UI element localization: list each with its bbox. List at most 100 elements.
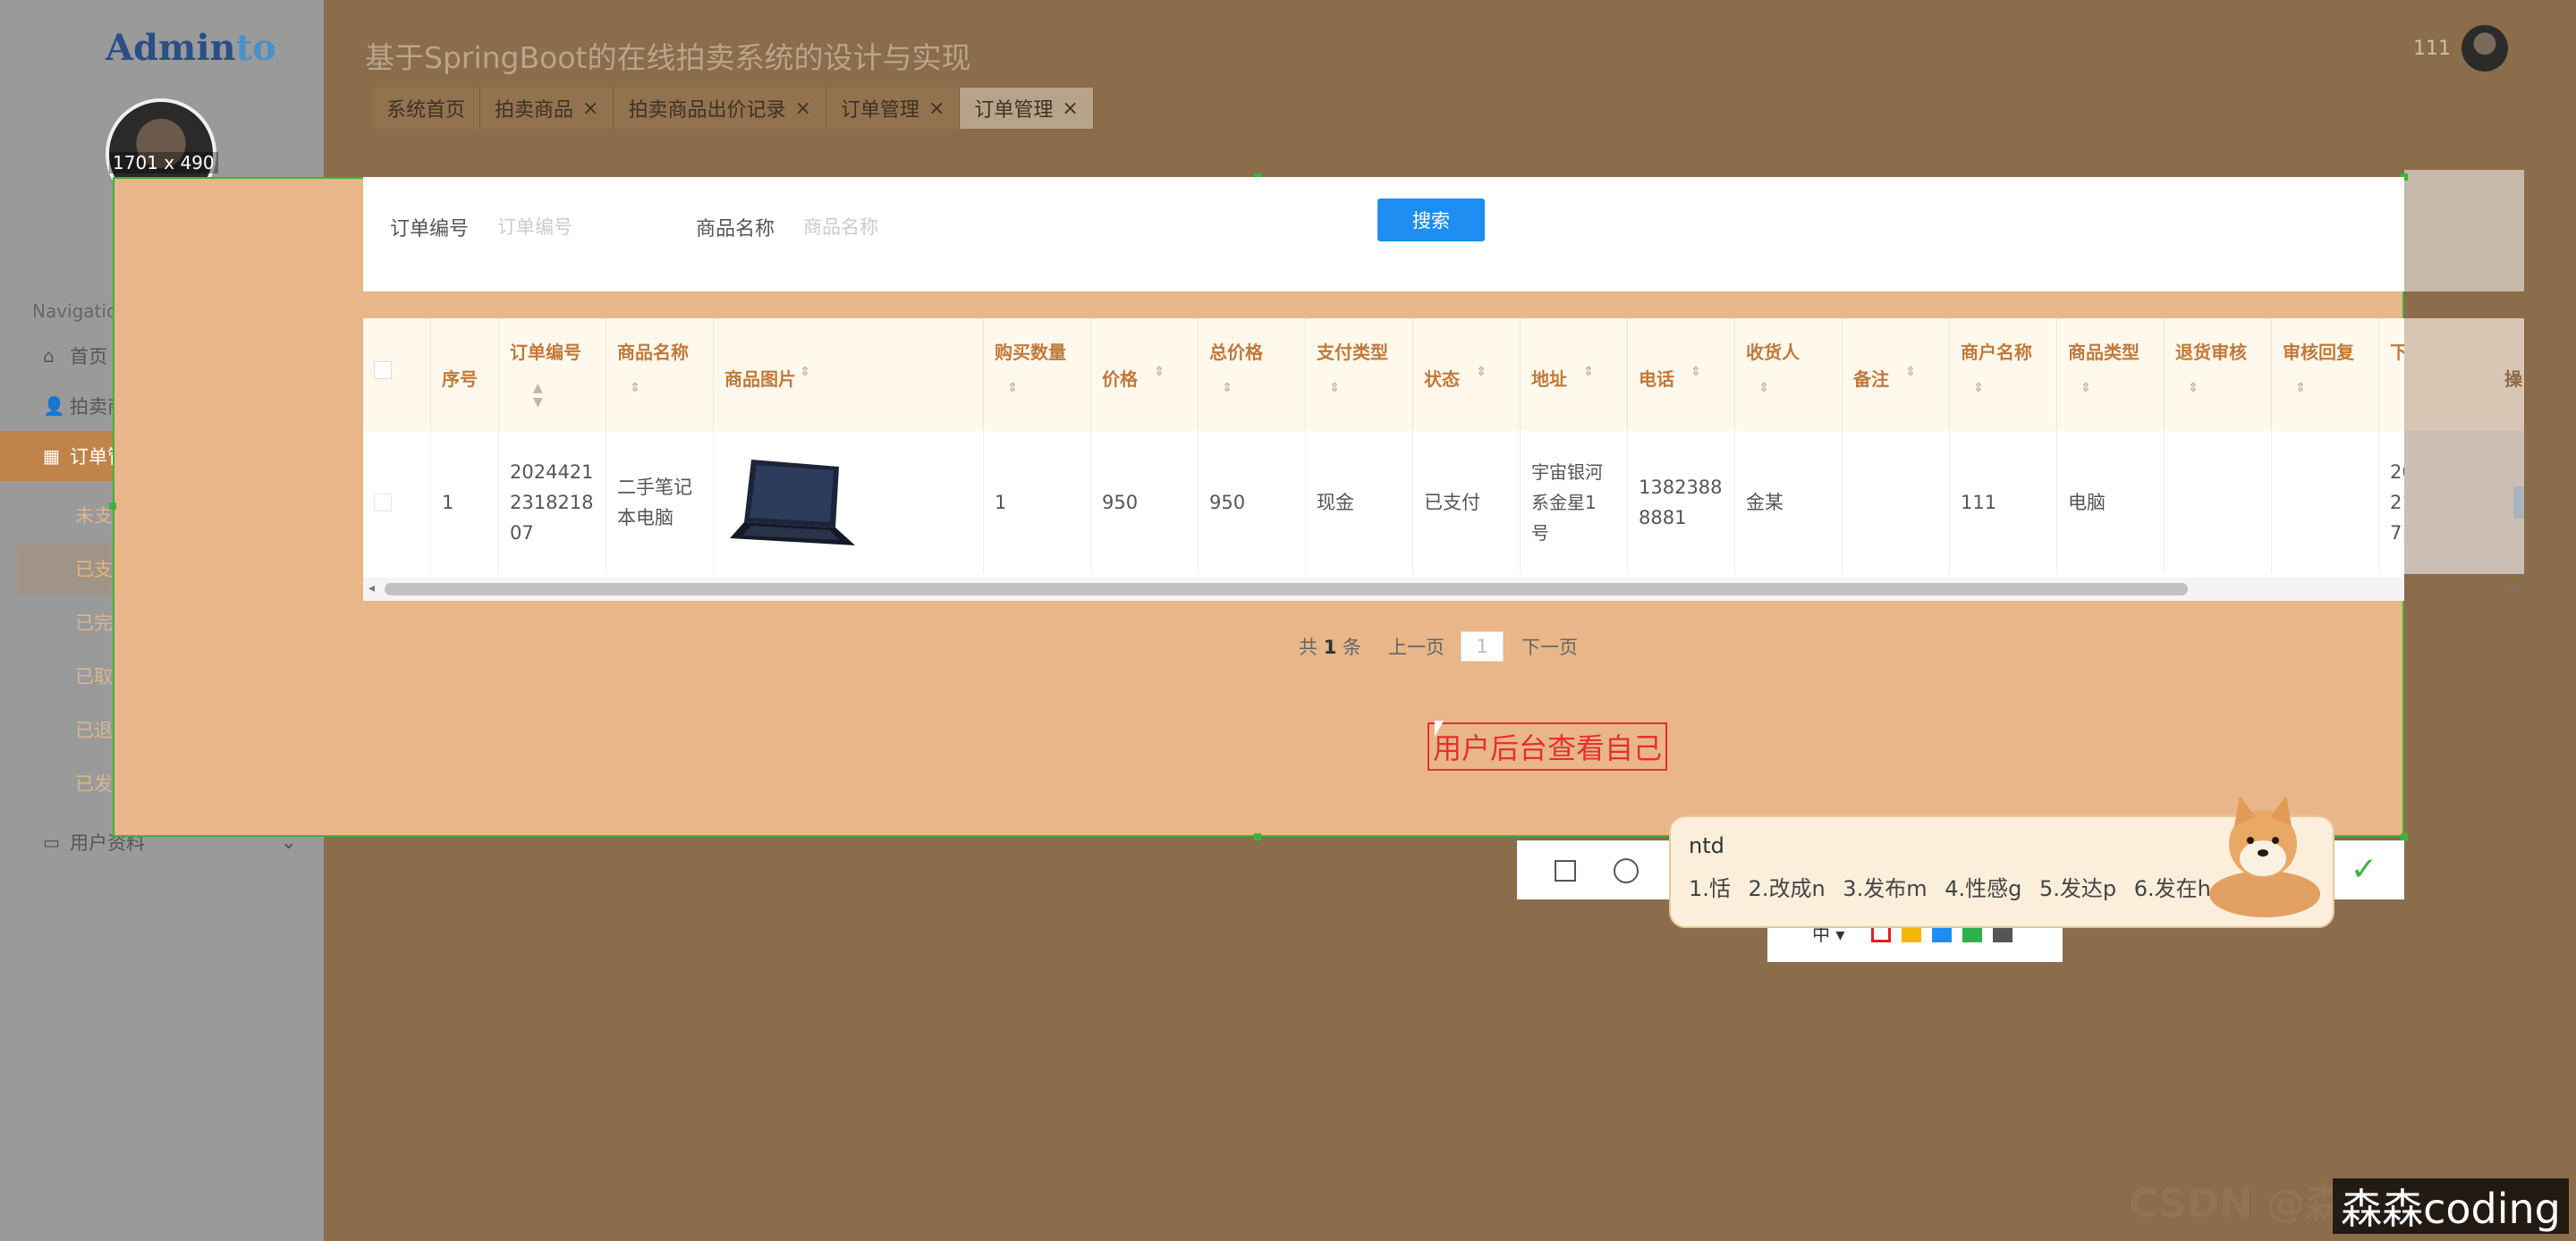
- close-icon[interactable]: ×: [928, 97, 945, 120]
- ellipse-tool-icon[interactable]: [1614, 858, 1639, 883]
- shiba-dog-icon: [2209, 796, 2320, 917]
- cell-line: 2024421: [510, 461, 594, 483]
- sort-icon[interactable]: ⇕: [1905, 365, 1916, 379]
- select-all-checkbox[interactable]: [363, 318, 431, 431]
- ime-candidate[interactable]: 2.改成n: [1749, 876, 1826, 901]
- col-phone[interactable]: 电话 ⇕: [1628, 318, 1735, 431]
- selection-handle[interactable]: [2401, 833, 2408, 840]
- cell-line: 2024-04: [2390, 461, 2404, 483]
- col-merchant[interactable]: 商户名称 ⇕: [1950, 318, 2057, 431]
- sort-icon[interactable]: ⇕: [1007, 381, 1018, 395]
- sort-icon[interactable]: ▲ ▼: [533, 381, 543, 409]
- col-pay-type[interactable]: 支付类型 ⇕: [1306, 318, 1413, 431]
- tab-order-management-active[interactable]: 订单管理 ×: [960, 88, 1094, 129]
- sort-icon[interactable]: ⇕: [1973, 381, 1984, 395]
- page-title: 基于SpringBoot的在线拍卖系统的设计与实现: [365, 40, 971, 75]
- col-address[interactable]: 地址 ⇕: [1521, 318, 1628, 431]
- app-logo[interactable]: Adminto: [106, 27, 276, 69]
- sort-icon[interactable]: ⇕: [1583, 365, 1594, 379]
- order-no-input[interactable]: 订单编号: [497, 213, 572, 240]
- col-label: 商品图片: [724, 368, 796, 390]
- mouse-cursor-icon: [1435, 721, 1444, 737]
- orders-table: 序号 订单编号 ▲ ▼ 商品名称 ⇕ 商品图片 ⇕ 购买数量 ⇕ 价格 ⇕ 总价格 ⇕ 支付类…: [363, 318, 2404, 601]
- tab-label: 拍卖商品出价记录: [628, 99, 786, 122]
- product-name-input[interactable]: 商品名称: [803, 213, 878, 240]
- col-order-time[interactable]: 下单时间: [2379, 318, 2404, 431]
- sort-icon[interactable]: ⇕: [1758, 381, 1769, 395]
- table-header: 序号 订单编号 ▲ ▼ 商品名称 ⇕ 商品图片 ⇕ 购买数量 ⇕ 价格 ⇕ 总价格 ⇕ 支付类…: [363, 318, 2404, 431]
- sort-icon[interactable]: ⇕: [2080, 381, 2091, 395]
- col-category[interactable]: 商品类型 ⇕: [2057, 318, 2165, 431]
- cell-merchant: 111: [1950, 431, 2057, 574]
- sort-icon[interactable]: ⇕: [1329, 381, 1340, 395]
- col-product-name[interactable]: 商品名称 ⇕: [606, 318, 714, 431]
- ime-candidate[interactable]: 4.性感g: [1945, 876, 2021, 901]
- card-icon: ▭: [43, 832, 60, 853]
- col-status[interactable]: 状态 ⇕: [1413, 318, 1521, 431]
- cell-price: 950: [1091, 431, 1199, 574]
- sort-icon[interactable]: ⇕: [800, 365, 810, 379]
- cell-status: 已支付: [1413, 431, 1521, 574]
- row-checkbox[interactable]: [363, 431, 431, 574]
- header-username[interactable]: 111: [2413, 38, 2451, 60]
- close-icon[interactable]: ×: [1062, 97, 1078, 120]
- next-page-button[interactable]: 下一页: [1521, 633, 1578, 660]
- table-row[interactable]: 1 2024421 2318218 07 二手笔记 本电脑 1 950 950 现金 …: [363, 431, 2404, 574]
- checkbox-icon: [374, 361, 392, 379]
- sort-icon[interactable]: ⇕: [1154, 365, 1165, 379]
- col-product-image[interactable]: 商品图片 ⇕: [714, 318, 984, 431]
- search-card-overflow: [2404, 170, 2524, 291]
- selection-handle[interactable]: [1254, 833, 1261, 840]
- col-receiver[interactable]: 收货人 ⇕: [1735, 318, 1843, 431]
- col-audit-reply[interactable]: 审核回复 ⇕: [2272, 318, 2379, 431]
- col-label: 商品名称: [617, 342, 689, 363]
- confirm-check-icon[interactable]: ✓: [2351, 851, 2377, 888]
- tab-auction-products[interactable]: 拍卖商品 ×: [480, 88, 614, 129]
- sort-icon[interactable]: ⇕: [1690, 365, 1701, 379]
- sidebar-item-label: 首页: [70, 346, 107, 367]
- col-label: 审核回复: [2283, 342, 2354, 363]
- horizontal-scrollbar[interactable]: ◂: [363, 578, 2404, 601]
- ime-candidate[interactable]: 1.恬: [1689, 876, 1731, 901]
- col-return-audit[interactable]: 退货审核 ⇕: [2165, 318, 2272, 431]
- scrollbar-thumb[interactable]: [385, 583, 2188, 595]
- scroll-left-icon[interactable]: ◂: [369, 581, 375, 595]
- col-remark[interactable]: 备注 ⇕: [1843, 318, 1950, 431]
- grid-icon: ▦: [43, 445, 60, 467]
- prev-page-button[interactable]: 上一页: [1388, 633, 1445, 660]
- close-icon[interactable]: ×: [794, 97, 810, 120]
- tab-order-management[interactable]: 订单管理 ×: [826, 88, 961, 129]
- col-label: 支付类型: [1317, 342, 1388, 363]
- sort-icon[interactable]: ⇕: [2188, 381, 2199, 395]
- sort-icon[interactable]: ⇕: [630, 381, 640, 395]
- col-order-no[interactable]: 订单编号 ▲ ▼: [499, 318, 606, 431]
- pagination-text: 条: [1343, 637, 1361, 658]
- sort-icon[interactable]: ⇕: [2295, 381, 2306, 395]
- col-label: 总价格: [1209, 342, 1263, 363]
- col-quantity[interactable]: 购买数量 ⇕: [984, 318, 1091, 431]
- ime-candidate[interactable]: 5.发达p: [2039, 876, 2116, 901]
- search-button[interactable]: 搜索: [1377, 198, 1485, 241]
- cell-order-no: 2024421 2318218 07: [499, 431, 606, 574]
- header: 基于SpringBoot的在线拍卖系统的设计与实现 111: [324, 5, 2576, 91]
- product-name-label: 商品名称: [696, 218, 775, 241]
- ime-candidate[interactable]: 3.发布m: [1843, 876, 1927, 901]
- tab-home[interactable]: 系统首页: [372, 88, 481, 129]
- sort-icon[interactable]: ⇕: [1222, 381, 1233, 395]
- laptop-product-image[interactable]: [724, 452, 859, 553]
- header-avatar[interactable]: [2462, 25, 2508, 72]
- col-price[interactable]: 价格 ⇕: [1091, 318, 1199, 431]
- scroll-right-icon[interactable]: ▸: [2511, 581, 2517, 595]
- close-icon[interactable]: ×: [582, 97, 598, 120]
- page-number-input[interactable]: 1: [1461, 631, 1504, 662]
- cell-receiver: 金某: [1735, 431, 1843, 574]
- sort-icon[interactable]: ⇕: [1476, 365, 1487, 379]
- annotation-text-box[interactable]: 用户后台查看自己: [1428, 722, 1667, 771]
- selection-handle[interactable]: [109, 502, 116, 510]
- ime-candidate-window: ntd 1.恬 2.改成n 3.发布m 4.性感g 5.发达p 6.发在h ›: [1669, 796, 2334, 928]
- table-overflow-body: [2404, 431, 2524, 574]
- rectangle-tool-icon[interactable]: [1555, 860, 1576, 882]
- col-total-price[interactable]: 总价格 ⇕: [1199, 318, 1306, 431]
- action-button-partial[interactable]: [2513, 486, 2524, 519]
- tab-bid-records[interactable]: 拍卖商品出价记录 ×: [614, 88, 826, 129]
